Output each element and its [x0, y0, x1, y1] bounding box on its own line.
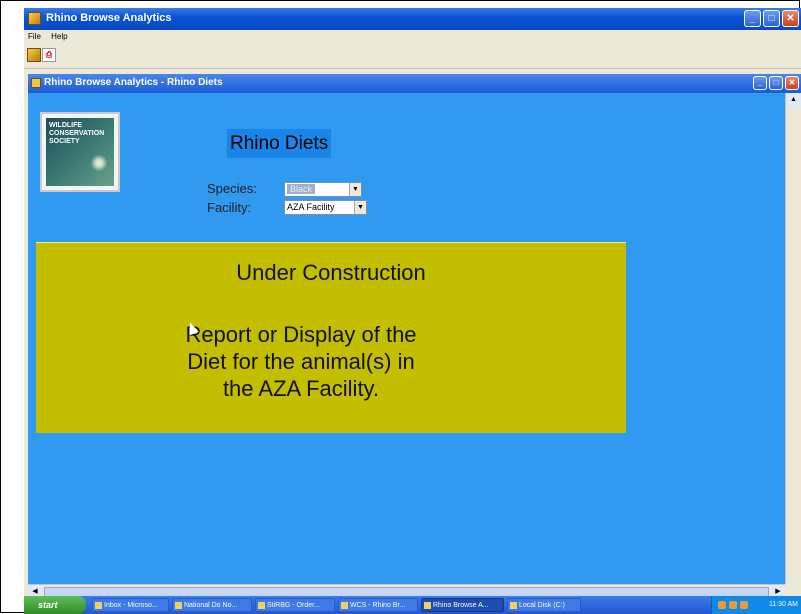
- tray-icon[interactable]: [740, 601, 748, 609]
- app-window: Rhino Browse Analytics _ □ ✕ File Help ⎙…: [24, 8, 801, 614]
- taskbar-item[interactable]: StiRBG - Order...: [255, 598, 335, 612]
- taskbar-item[interactable]: Local Disk (C:): [507, 598, 581, 612]
- panel-line: Diet for the animal(s) in: [187, 349, 415, 374]
- close-icon[interactable]: ✕: [785, 76, 799, 90]
- close-icon[interactable]: ✕: [782, 10, 799, 27]
- app-titlebar[interactable]: Rhino Browse Analytics _ □ ✕: [24, 8, 801, 30]
- facility-select[interactable]: AZA Facility ▼: [284, 200, 367, 215]
- toolbar: ⎙: [24, 44, 801, 69]
- chevron-down-icon[interactable]: ▼: [349, 183, 361, 196]
- child-title: Rhino Browse Analytics - Rhino Diets: [44, 77, 223, 88]
- species-value: Black: [287, 184, 316, 194]
- scroll-up-icon[interactable]: ▲: [786, 93, 801, 107]
- app-icon: [28, 12, 41, 25]
- taskbar-item-active[interactable]: Rhino Browse A...: [421, 598, 504, 612]
- report-icon[interactable]: [27, 48, 41, 62]
- taskbar-item[interactable]: National Do No...: [172, 598, 252, 612]
- under-construction-panel: Under Construction Report or Display of …: [36, 242, 626, 433]
- menu-file[interactable]: File: [24, 30, 45, 41]
- tray-icon[interactable]: [729, 601, 737, 609]
- logo-text: WILDLIFE CONSERVATION SOCIETY: [49, 122, 105, 145]
- logo-image: WILDLIFE CONSERVATION SOCIETY: [46, 118, 114, 186]
- minimize-icon[interactable]: _: [753, 76, 767, 90]
- vertical-scrollbar[interactable]: ▲: [785, 93, 801, 584]
- chevron-down-icon[interactable]: ▼: [354, 201, 366, 214]
- system-tray: 11:30 AM: [711, 596, 801, 614]
- facility-value: AZA Facility: [287, 202, 335, 212]
- page-title: Rhino Diets: [227, 129, 332, 158]
- menu-help[interactable]: Help: [47, 30, 71, 41]
- minimize-icon[interactable]: _: [744, 10, 761, 27]
- wcs-logo: WILDLIFE CONSERVATION SOCIETY: [40, 112, 120, 192]
- child-window-icon: [31, 78, 41, 88]
- taskbar-item[interactable]: WCS - Rhino Br...: [338, 598, 418, 612]
- menubar: File Help: [24, 30, 801, 44]
- restore-icon[interactable]: □: [769, 76, 783, 90]
- species-label: Species:: [207, 181, 257, 196]
- panel-body: Report or Display of the Diet for the an…: [136, 321, 466, 402]
- clock: 11:30 AM: [768, 601, 798, 608]
- logo-graphic: [90, 152, 108, 174]
- species-select[interactable]: Black ▼: [284, 182, 362, 197]
- print-icon[interactable]: ⎙: [42, 48, 56, 62]
- facility-label: Facility:: [207, 200, 252, 215]
- tray-icon[interactable]: [718, 601, 726, 609]
- panel-title: Under Construction: [236, 260, 426, 285]
- maximize-icon[interactable]: □: [763, 10, 780, 27]
- taskbar-item[interactable]: Inbox - Microso...: [92, 598, 169, 612]
- panel-line: the AZA Facility.: [222, 376, 380, 401]
- taskbar: start Inbox - Microso... National Do No.…: [24, 596, 801, 614]
- start-button[interactable]: start: [24, 596, 86, 614]
- app-title: Rhino Browse Analytics: [46, 12, 172, 24]
- child-titlebar[interactable]: Rhino Browse Analytics - Rhino Diets _ □…: [28, 74, 801, 93]
- child-window: Rhino Browse Analytics - Rhino Diets _ □…: [28, 74, 801, 584]
